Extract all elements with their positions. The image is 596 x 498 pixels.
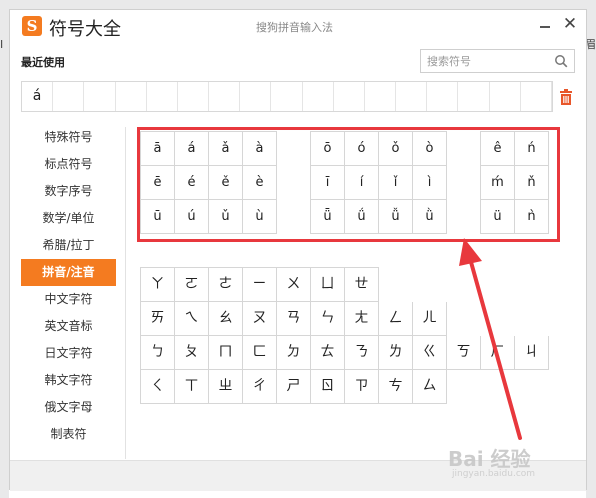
sidebar-item[interactable]: 中文字符 [21, 286, 116, 313]
symbol-cell[interactable]: ㄢ [277, 302, 311, 336]
symbol-cell[interactable]: ㄦ [413, 302, 447, 336]
symbol-cell[interactable]: ㄣ [311, 302, 345, 336]
symbol-cell[interactable]: ㄆ [175, 336, 209, 370]
symbol-cell[interactable]: ㄊ [311, 336, 345, 370]
recent-symbol-cell[interactable] [490, 82, 521, 111]
symbol-cell[interactable]: ㄗ [345, 370, 379, 404]
watermark-url: jingyan.baidu.com [452, 469, 536, 479]
title-bar[interactable]: S 符号大全 搜狗拼音输入法 ✕ [10, 10, 586, 44]
symbol-cell[interactable]: ㄕ [277, 370, 311, 404]
symbol-cell[interactable]: ㄛ [175, 268, 209, 302]
ime-title: 搜狗拼音输入法 [256, 21, 333, 34]
symbol-cell[interactable]: ㄒ [175, 370, 209, 404]
symbol-cell[interactable]: ㄥ [379, 302, 413, 336]
recent-symbols-row: á [21, 81, 553, 112]
symbol-cell[interactable]: ㄩ [311, 268, 345, 302]
zhuyin-row: ㄞㄟㄠㄡㄢㄣㄤㄥㄦ [140, 302, 447, 336]
symbol-cell[interactable]: ㄠ [209, 302, 243, 336]
symbol-cell[interactable]: ㄤ [345, 302, 379, 336]
minimize-button[interactable] [537, 18, 553, 34]
symbol-cell[interactable]: ㄓ [209, 370, 243, 404]
recent-symbol-cell[interactable] [53, 82, 85, 111]
recent-symbol-cell[interactable] [427, 82, 459, 111]
zhuyin-row: ㄑㄒㄓㄔㄕㄖㄗㄘㄙ [140, 370, 447, 404]
sidebar-item[interactable]: 英文音标 [21, 313, 116, 340]
symbol-cell[interactable]: ㄚ [141, 268, 175, 302]
search-icon[interactable] [554, 54, 568, 68]
recent-symbol-cell[interactable]: á [22, 82, 54, 111]
symbol-cell[interactable]: ㄍ [413, 336, 447, 370]
recent-symbol-cell[interactable] [209, 82, 241, 111]
watermark-logo: Bai 经验 [448, 447, 531, 471]
trash-icon[interactable] [559, 89, 573, 105]
symbol-cell[interactable]: ㄔ [243, 370, 277, 404]
app-title: 符号大全 [49, 19, 121, 40]
sidebar-item[interactable]: 俄文字母 [21, 394, 116, 421]
symbol-cell[interactable]: ㄨ [277, 268, 311, 302]
symbol-cell[interactable]: ㄈ [243, 336, 277, 370]
search-box[interactable] [420, 49, 575, 73]
recent-symbol-cell[interactable] [84, 82, 116, 111]
symbol-cell[interactable]: ㄏ [481, 336, 515, 370]
search-input[interactable] [427, 53, 547, 69]
close-button[interactable]: ✕ [562, 15, 578, 33]
sidebar-item[interactable]: 标点符号 [21, 151, 116, 178]
sogou-logo-icon: S [22, 16, 42, 36]
symbol-cell[interactable]: ㄙ [413, 370, 447, 404]
zhuyin-grid: ㄚㄛㄜㄧㄨㄩㄝㄞㄟㄠㄡㄢㄣㄤㄥㄦㄅㄆㄇㄈㄉㄊㄋㄌㄍㄎㄏㄐㄑㄒㄓㄔㄕㄖㄗㄘㄙ [140, 267, 549, 404]
highlight-box [137, 127, 560, 242]
sidebar-item[interactable]: 韩文字符 [21, 367, 116, 394]
background-right-edge: 眉 [585, 0, 596, 498]
symbol-cell[interactable]: ㄅ [141, 336, 175, 370]
recent-symbol-cell[interactable] [240, 82, 272, 111]
recent-label: 最近使用 [21, 56, 65, 69]
symbol-cell[interactable]: ㄐ [515, 336, 549, 370]
recent-symbol-cell[interactable] [178, 82, 210, 111]
sidebar-item[interactable]: 特殊符号 [21, 124, 116, 151]
background-left-edge: Ⅰ [0, 0, 9, 498]
symbol-cell[interactable]: ㄖ [311, 370, 345, 404]
zhuyin-row: ㄅㄆㄇㄈㄉㄊㄋㄌㄍㄎㄏㄐ [140, 336, 549, 370]
symbol-cell[interactable]: ㄞ [141, 302, 175, 336]
recent-symbol-cell[interactable] [365, 82, 397, 111]
recent-symbol-cell[interactable] [521, 82, 552, 111]
sidebar-item[interactable]: 数字序号 [21, 178, 116, 205]
recent-symbol-cell[interactable] [458, 82, 490, 111]
symbol-cell[interactable]: ㄑ [141, 370, 175, 404]
zhuyin-row: ㄚㄛㄜㄧㄨㄩㄝ [140, 267, 379, 302]
sidebar-divider [125, 127, 126, 459]
recent-symbol-cell[interactable] [116, 82, 147, 111]
symbol-cell[interactable]: ㄧ [243, 268, 277, 302]
symbol-cell[interactable]: ㄉ [277, 336, 311, 370]
sidebar-item[interactable]: 拼音/注音 [21, 259, 116, 286]
symbol-cell[interactable]: ㄋ [345, 336, 379, 370]
symbol-cell[interactable]: ㄟ [175, 302, 209, 336]
recent-symbol-cell[interactable] [147, 82, 178, 111]
symbol-cell[interactable]: ㄝ [345, 268, 379, 302]
symbol-cell[interactable]: ㄜ [209, 268, 243, 302]
sidebar-item[interactable]: 数学/单位 [21, 205, 116, 232]
recent-symbol-cell[interactable] [334, 82, 365, 111]
recent-symbol-cell[interactable] [303, 82, 334, 111]
sidebar-item[interactable]: 日文字符 [21, 340, 116, 367]
symbol-cell[interactable]: ㄡ [243, 302, 277, 336]
recent-symbol-cell[interactable] [271, 82, 303, 111]
background-left-fragment: Ⅰ [0, 38, 4, 51]
recent-symbol-cell[interactable] [396, 82, 428, 111]
sidebar-item[interactable]: 制表符 [21, 421, 116, 448]
symbol-cell[interactable]: ㄘ [379, 370, 413, 404]
symbol-cell[interactable]: ㄌ [379, 336, 413, 370]
sidebar-item[interactable]: 希腊/拉丁 [21, 232, 116, 259]
symbol-window: S 符号大全 搜狗拼音输入法 ✕ 最近使用 á 特殊符号标点符号数字序号数学/单… [9, 9, 587, 491]
symbol-cell[interactable]: ㄎ [447, 336, 481, 370]
category-sidebar: 特殊符号 标点符号 数字序号 数学/单位 希腊/拉丁 拼音/注音 中文字符 英文音标 日文字符韩… [21, 124, 116, 448]
symbol-cell[interactable]: ㄇ [209, 336, 243, 370]
